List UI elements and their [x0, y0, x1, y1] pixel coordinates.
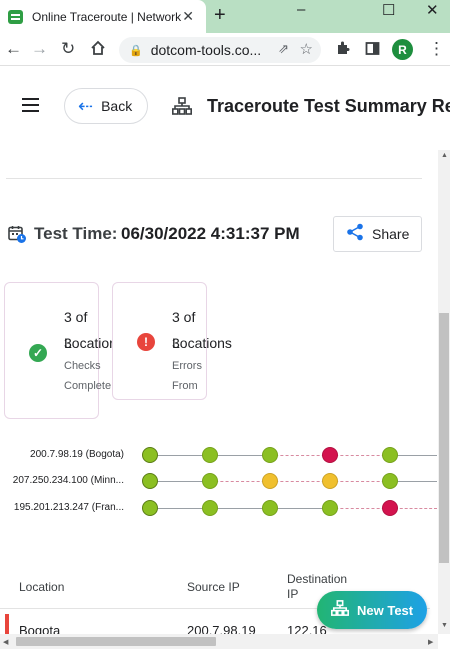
- header-divider: [6, 178, 422, 179]
- profile-avatar[interactable]: R: [392, 39, 413, 60]
- scroll-left-icon[interactable]: ◀: [3, 638, 8, 646]
- reload-icon[interactable]: ↻: [61, 39, 75, 59]
- sitemap-icon: [331, 599, 349, 621]
- new-test-button[interactable]: New Test: [317, 591, 427, 629]
- trace-label: 200.7.98.19 (Bogota): [30, 449, 124, 460]
- scroll-down-icon[interactable]: ▼: [441, 622, 448, 629]
- url-text: dotcom-tools.co...: [150, 42, 262, 58]
- share-button-label: Share: [372, 226, 410, 242]
- col-header-source-ip[interactable]: Source IP: [187, 580, 240, 595]
- page-title: Traceroute Test Summary Re: [207, 96, 450, 116]
- trace-link: [330, 508, 390, 509]
- close-tab-icon[interactable]: ✕: [182, 8, 194, 25]
- trace-label: 195.201.213.247 (Fran...: [13, 502, 124, 513]
- calendar-clock-icon: [8, 225, 27, 249]
- forward-arrow-icon[interactable]: →: [31, 39, 48, 59]
- trace-link: [330, 481, 390, 482]
- test-time-value: 06/30/2022 4:31:37 PM: [121, 224, 300, 243]
- extensions-icon[interactable]: [335, 41, 350, 61]
- scroll-up-icon[interactable]: ▲: [441, 152, 448, 159]
- lock-icon: 🔒: [129, 44, 143, 57]
- hop-node[interactable]: [202, 500, 218, 516]
- trace-link: [150, 455, 210, 456]
- test-time-label: Test Time:: [34, 224, 118, 243]
- address-bar[interactable]: 🔒 dotcom-tools.co... ⇗ ☆: [119, 37, 321, 63]
- hop-node[interactable]: [322, 500, 338, 516]
- trace-link: [270, 455, 330, 456]
- back-arrow-icon: ⇠: [78, 95, 94, 116]
- hop-node[interactable]: [322, 447, 338, 463]
- trace-link: [270, 481, 330, 482]
- trace-label: 207.250.234.100 (Minn...: [12, 475, 124, 486]
- hop-node[interactable]: [142, 473, 158, 489]
- checks-complete-card: ✓ 3 of 3 Locations Checks Complete: [4, 282, 124, 419]
- hop-node[interactable]: [382, 473, 398, 489]
- new-test-label: New Test: [357, 602, 414, 618]
- window-close-button[interactable]: ✕: [426, 1, 439, 19]
- hop-node[interactable]: [262, 447, 278, 463]
- card-subject: Locations: [172, 335, 232, 351]
- minimize-button[interactable]: –: [297, 1, 305, 18]
- errors-card: ! 3 of 3 Locations Errors From: [112, 282, 232, 400]
- hop-node[interactable]: [142, 447, 158, 463]
- share-icon: [346, 223, 364, 246]
- hop-node[interactable]: [382, 500, 398, 516]
- bookmark-star-icon[interactable]: ☆: [300, 40, 313, 58]
- hop-node[interactable]: [142, 500, 158, 516]
- trace-link: [210, 508, 270, 509]
- hop-node[interactable]: [202, 473, 218, 489]
- card-caption: Errors From: [172, 360, 202, 392]
- back-button[interactable]: ⇠ Back: [64, 88, 148, 124]
- row-error-marker: [5, 614, 9, 636]
- browser-tab[interactable]: Online Traceroute | Network L ✕: [0, 0, 206, 33]
- hop-node[interactable]: [262, 500, 278, 516]
- browser-menu-icon[interactable]: ⋮: [428, 39, 445, 59]
- favicon-icon: [8, 9, 23, 24]
- vertical-scrollbar-thumb[interactable]: [439, 313, 449, 563]
- trace-link: [330, 455, 390, 456]
- trace-link: [210, 481, 270, 482]
- trace-link: [210, 455, 270, 456]
- side-panel-icon[interactable]: [365, 41, 380, 61]
- back-button-label: Back: [101, 98, 133, 114]
- card-caption: Checks: [64, 360, 101, 372]
- col-header-location[interactable]: Location: [19, 580, 64, 595]
- horizontal-scrollbar-thumb[interactable]: [16, 637, 216, 646]
- share-button[interactable]: Share: [333, 216, 422, 252]
- trace-link: [270, 508, 330, 509]
- sitemap-icon: [172, 97, 192, 120]
- scroll-right-icon[interactable]: ▶: [428, 638, 433, 646]
- card-caption-2: Complete: [64, 380, 112, 392]
- hamburger-menu-icon[interactable]: [22, 98, 39, 112]
- browser-toolbar: ← → ↻ 🔒 dotcom-tools.co... ⇗ ☆ R ⋮: [0, 33, 450, 66]
- share-page-icon[interactable]: ⇗: [278, 41, 289, 57]
- hop-node[interactable]: [202, 447, 218, 463]
- error-alert-icon: !: [137, 333, 155, 351]
- hop-node[interactable]: [262, 473, 278, 489]
- hop-node[interactable]: [322, 473, 338, 489]
- back-arrow-icon[interactable]: ←: [5, 39, 22, 59]
- tab-title: Online Traceroute | Network L: [32, 9, 182, 24]
- trace-link: [150, 508, 210, 509]
- home-icon[interactable]: [90, 40, 106, 61]
- trace-link: [150, 481, 210, 482]
- hop-node[interactable]: [382, 447, 398, 463]
- new-tab-button[interactable]: +: [214, 4, 226, 27]
- check-circle-icon: ✓: [29, 344, 47, 362]
- maximize-button[interactable]: ☐: [382, 1, 395, 19]
